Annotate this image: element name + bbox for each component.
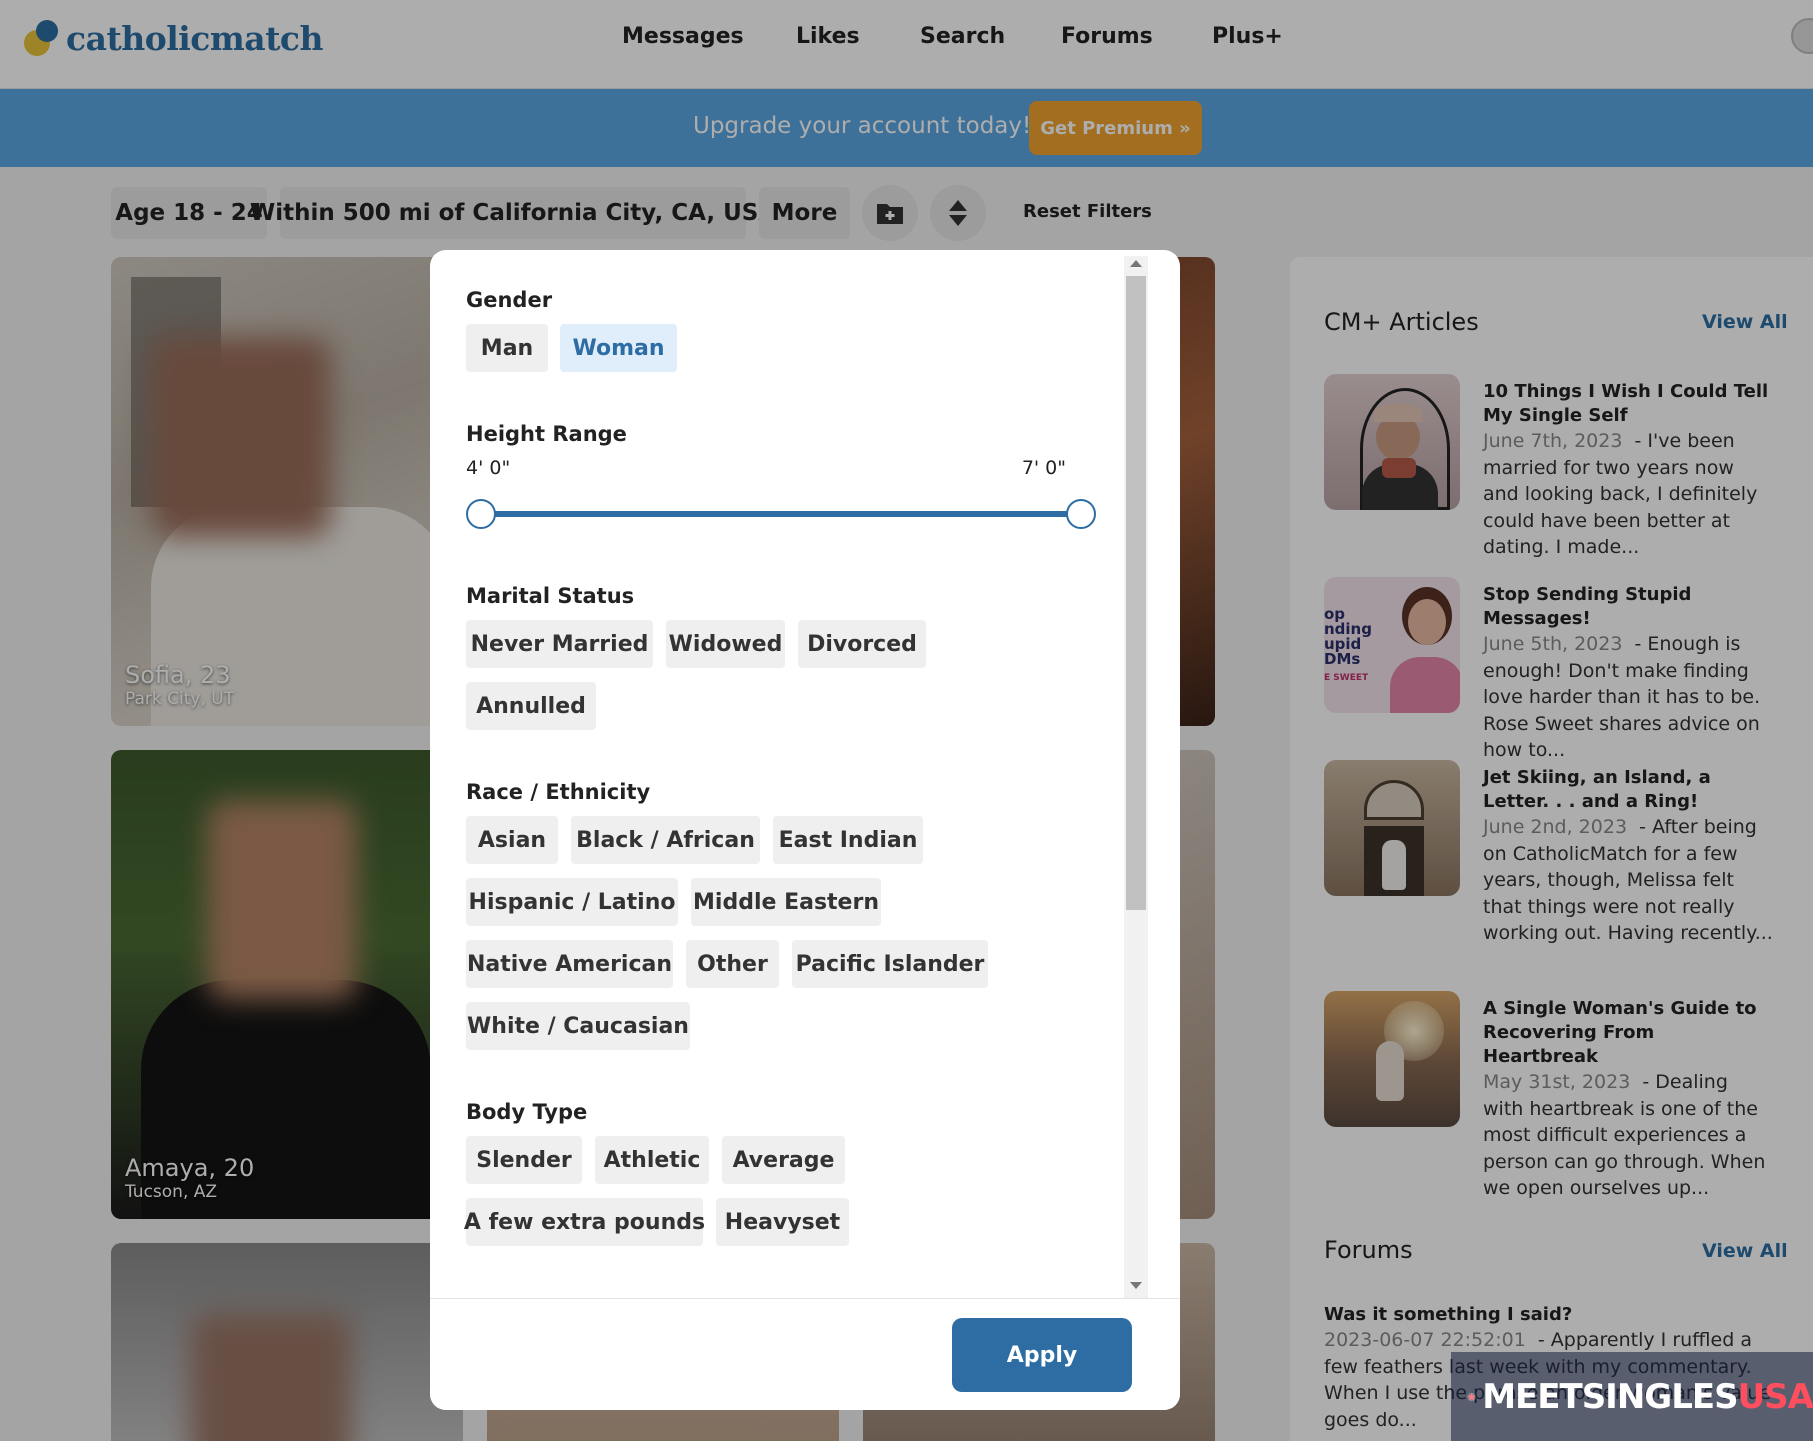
option-slender[interactable]: Slender (466, 1136, 582, 1184)
marital-status-label: Marital Status (466, 584, 635, 608)
height-min-value: 4' 0" (466, 457, 511, 479)
option-widowed[interactable]: Widowed (666, 620, 785, 668)
option-white-caucasian[interactable]: White / Caucasian (466, 1002, 690, 1050)
modal-footer: Apply (430, 1298, 1180, 1410)
option-pacific-islander[interactable]: Pacific Islander (792, 940, 988, 988)
height-max-handle[interactable] (1066, 499, 1096, 529)
option-a-few-extra-pounds[interactable]: A few extra pounds (464, 1198, 705, 1246)
more-filters-modal: Gender Man Woman Height Range 4' 0" 7' 0… (430, 250, 1180, 1410)
option-asian[interactable]: Asian (466, 816, 558, 864)
option-average[interactable]: Average (722, 1136, 845, 1184)
option-east-indian[interactable]: East Indian (773, 816, 923, 864)
race-ethnicity-label: Race / Ethnicity (466, 780, 651, 804)
option-middle-eastern[interactable]: Middle Eastern (691, 878, 881, 926)
scrollbar-thumb[interactable] (1126, 276, 1146, 910)
height-min-handle[interactable] (466, 499, 496, 529)
option-annulled[interactable]: Annulled (466, 682, 596, 730)
option-divorced[interactable]: Divorced (798, 620, 926, 668)
option-other[interactable]: Other (686, 940, 779, 988)
apply-button[interactable]: Apply (952, 1318, 1132, 1392)
height-label: Height Range (466, 422, 627, 446)
body-type-label: Body Type (466, 1100, 588, 1124)
modal-body: Gender Man Woman Height Range 4' 0" 7' 0… (430, 250, 1150, 1298)
gender-label: Gender (466, 288, 553, 312)
option-heavyset[interactable]: Heavyset (716, 1198, 849, 1246)
option-hispanic-latino[interactable]: Hispanic / Latino (466, 878, 678, 926)
star-icon (1467, 1392, 1476, 1401)
option-native-american[interactable]: Native American (466, 940, 673, 988)
option-man[interactable]: Man (466, 324, 548, 372)
option-black-african[interactable]: Black / African (571, 816, 760, 864)
option-athletic[interactable]: Athletic (595, 1136, 709, 1184)
watermark: MEETSINGLESUSA (1451, 1352, 1813, 1441)
option-never-married[interactable]: Never Married (466, 620, 653, 668)
watermark-text: MEETSINGLESUSA (1482, 1376, 1813, 1417)
height-max-value: 7' 0" (1021, 457, 1066, 479)
option-woman[interactable]: Woman (560, 324, 677, 372)
height-slider-track[interactable] (480, 511, 1080, 517)
scroll-up-arrow-icon[interactable] (1130, 260, 1142, 267)
scroll-down-arrow-icon[interactable] (1130, 1282, 1142, 1289)
